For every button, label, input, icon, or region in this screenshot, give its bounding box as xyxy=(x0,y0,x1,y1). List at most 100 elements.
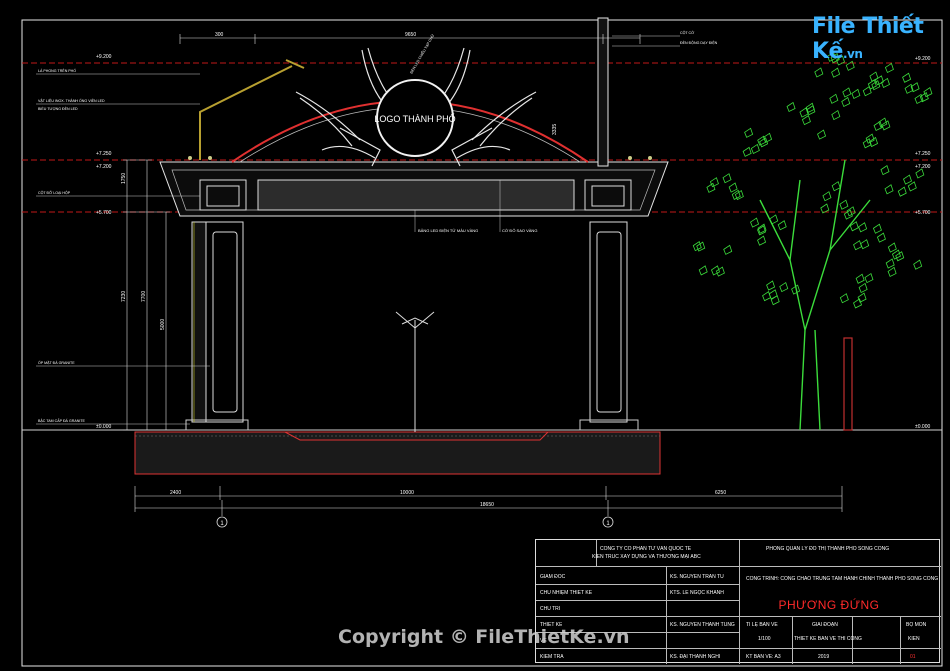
tree-leaf xyxy=(806,105,816,116)
role-2: CHỦ TRÌ xyxy=(540,606,561,612)
tree-leaf xyxy=(913,259,923,270)
company-line2: KIẾN TRÚC XÂY DỰNG VÀ THƯƠNG MẠI ABC xyxy=(592,554,701,560)
tree-leaf xyxy=(768,289,778,300)
name-3: KS. NGUYỄN THANH TÙNG xyxy=(670,622,735,628)
bottom-dimensions xyxy=(134,486,843,516)
tree-leaf xyxy=(698,265,708,276)
brand-name: File Thiết Kế xyxy=(812,14,924,64)
level-r4: +5.700 xyxy=(915,210,931,216)
tree-leaf xyxy=(779,281,789,293)
note-flag: CỜ ĐỎ SAO VÀNG xyxy=(502,228,537,233)
tree-leaf xyxy=(884,184,894,195)
code-label: KT BẢN VẼ: A3 xyxy=(746,654,781,660)
tree-leaf xyxy=(817,129,827,140)
tree-leaf xyxy=(885,258,895,269)
tree-leaf xyxy=(742,146,752,157)
tree-leaf xyxy=(766,280,776,291)
dim-h-upper: 1750 xyxy=(121,173,127,184)
tree-leaf xyxy=(915,168,925,179)
year: 2019 xyxy=(818,654,830,660)
dim-bottom-left: 2400 xyxy=(170,490,181,496)
tree-leaf xyxy=(897,186,907,197)
copyright-watermark: Copyright © FileThietKe.vn xyxy=(338,626,630,648)
tree-leaf xyxy=(851,88,861,99)
center-light-pole xyxy=(395,311,435,432)
dim-total: 18650 xyxy=(480,502,494,508)
tree-leaf xyxy=(902,72,912,83)
left-column xyxy=(185,221,249,431)
dim-top-main: 9650 xyxy=(405,32,416,38)
name-5: KS. ĐẠI THÀNH NGHI xyxy=(670,654,721,660)
axis-label-right: 1 xyxy=(606,521,610,527)
tree-leaf xyxy=(829,93,839,104)
note-2: BIỂU TƯỢNG ĐÈN LED xyxy=(38,106,78,111)
dim-h-total: 7700 xyxy=(141,291,147,302)
tree-leaf xyxy=(839,293,849,304)
tree-leaf xyxy=(903,174,912,185)
note-led: ĐÈN LED CHIỂU TẠP CHỮ xyxy=(409,33,436,74)
tree-leaf xyxy=(857,292,867,303)
tree-leaf xyxy=(858,282,868,293)
tree-leaf xyxy=(831,67,841,78)
left-annotations: LÁ PHONG TRÊN PHỐ VẬT LIỆU INOX. THÀNH Ố… xyxy=(38,68,105,423)
logo-label: LOGO THÀNH PHỐ xyxy=(374,113,455,124)
note-4: ỐP MẶT ĐÁ GRANITE xyxy=(38,360,75,365)
level-r3: +7.200 xyxy=(915,164,931,170)
tree-leaf xyxy=(801,114,811,126)
client-name: PHÒNG QUẢN LÝ ĐÔ THỊ THÀNH PHỐ SÔNG CÔNG xyxy=(766,546,890,552)
note-5: BẬC TAM CẤP ĐÁ GRANITE xyxy=(38,419,86,423)
level-l4: +5.700 xyxy=(96,210,112,216)
dim-h-inner: 5000 xyxy=(160,319,166,330)
tree-leaf xyxy=(887,266,897,277)
tree-leaf xyxy=(853,240,863,251)
tree-leaf xyxy=(891,249,901,260)
name-0: KS. NGUYỄN TRẦN TÚ xyxy=(670,574,724,580)
tree-leaf xyxy=(744,127,754,138)
ground-section xyxy=(134,431,661,475)
tree-leaf xyxy=(731,189,741,200)
note-1: VẬT LIỆU INOX. THÀNH ỐNG VIỀN LED xyxy=(38,98,105,103)
tree-leaf xyxy=(757,235,767,246)
level-l1: +9.200 xyxy=(96,54,112,60)
tree-leaf xyxy=(777,220,787,231)
level-r2: +7.250 xyxy=(915,151,931,157)
brand-logo: File Thiết Kế.vn xyxy=(812,14,950,64)
tree-leaf xyxy=(791,284,801,295)
tree-leaf xyxy=(860,239,870,250)
scale-label: TỈ LỆ BẢN VẼ xyxy=(746,622,778,628)
axis-label-left: 1 xyxy=(220,521,224,527)
tree-leaf xyxy=(750,217,760,228)
tree-leaf xyxy=(715,266,725,277)
tree-leaf xyxy=(786,101,796,113)
tree-leaf xyxy=(831,181,841,192)
level-r5: ±0.000 xyxy=(915,424,930,430)
tree-leaf xyxy=(869,71,879,82)
tree-leaf xyxy=(872,223,882,234)
tree-leaf xyxy=(864,272,874,284)
tree-leaf xyxy=(814,67,824,78)
name-1: KTS. LÊ NGỌC KHÁNH xyxy=(670,590,724,596)
sheet-number: 01 xyxy=(910,654,916,660)
tree-leaf xyxy=(722,173,732,184)
right-column xyxy=(579,221,639,431)
tree-leaf xyxy=(822,191,832,202)
tree-leaf xyxy=(853,298,863,309)
tree-leaf xyxy=(723,244,733,255)
note-flagpole: CỘT CỜ xyxy=(680,30,694,35)
scale-value: 1/100 xyxy=(758,636,771,642)
tree-leaf xyxy=(706,182,716,193)
tree-leaf xyxy=(763,132,773,143)
note-banner: BẢNG LED ĐIỆN TỬ MÀU VÀNG xyxy=(418,228,478,233)
dim-bottom-right: 6250 xyxy=(715,490,726,496)
sheet-value: KIẾN xyxy=(908,636,920,642)
tree-leaf xyxy=(841,96,851,108)
tree-leaf xyxy=(907,181,917,192)
tree-leaf xyxy=(873,120,883,132)
top-beam xyxy=(159,156,669,217)
level-l5: ±0.000 xyxy=(96,424,111,430)
tree-leaf xyxy=(919,92,929,103)
phase-label: GIAI ĐOẠN xyxy=(812,622,838,628)
dim-top-left: 300 xyxy=(215,32,224,38)
post-marker xyxy=(843,337,853,431)
role-0: GIÁM ĐỐC xyxy=(540,574,566,580)
